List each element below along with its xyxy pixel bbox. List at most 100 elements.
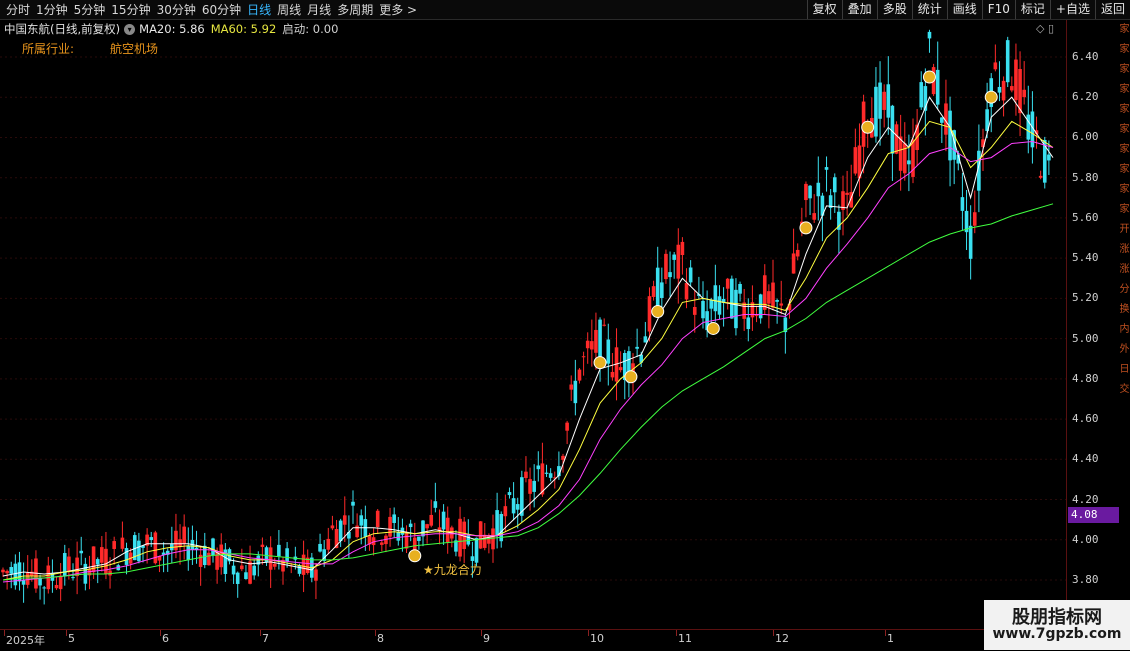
candle-body [898, 136, 903, 171]
candle-body [1010, 86, 1014, 91]
candle-body [120, 537, 125, 549]
candle-body [503, 506, 508, 517]
money-bag-icon [984, 90, 998, 104]
candle-body [960, 197, 965, 211]
candle-body [919, 82, 924, 108]
candle-body [351, 501, 355, 506]
price-tick-label: 4.60 [1072, 412, 1099, 426]
candle-body [100, 547, 104, 563]
tool-button-2[interactable]: 多股 [876, 0, 912, 19]
candle-body [211, 538, 215, 556]
candle-body [297, 565, 302, 574]
candle-body [67, 556, 71, 572]
candle-body [997, 86, 1002, 93]
tool-button-5[interactable]: F10 [981, 0, 1015, 19]
candle-body [54, 584, 59, 589]
tab-period-9[interactable]: 多周期 [337, 1, 373, 18]
candle-body [894, 124, 899, 154]
candle-body [186, 546, 191, 561]
candle-body [610, 371, 615, 378]
candle-body [277, 544, 281, 557]
candle-body [672, 254, 676, 260]
time-tick-label: 1 [887, 632, 894, 645]
candle-body [412, 537, 417, 552]
candle-body [692, 306, 697, 315]
candle-body [767, 291, 771, 304]
tab-period-0[interactable]: 分时 [6, 1, 30, 18]
candle-body [235, 572, 240, 584]
time-tick-label: 8 [377, 632, 384, 645]
candle-body [536, 465, 541, 470]
candle-body [13, 563, 18, 586]
tab-period-4[interactable]: 30分钟 [157, 1, 196, 18]
candle-body [602, 324, 606, 326]
tab-period-6[interactable]: 日线 [247, 1, 271, 18]
candle-body [314, 569, 318, 581]
candle-body [1001, 80, 1006, 101]
candle-body [853, 147, 858, 174]
candle-body [182, 526, 186, 544]
tab-period-8[interactable]: 月线 [307, 1, 331, 18]
time-tick-label: 11 [678, 632, 692, 645]
tool-button-7[interactable]: +自选 [1049, 0, 1095, 19]
price-tick-label: 3.80 [1072, 573, 1099, 586]
tool-button-4[interactable]: 画线 [946, 0, 982, 19]
candle-body [775, 300, 779, 302]
tool-button-1[interactable]: 叠加 [841, 0, 877, 19]
candle-body [515, 504, 520, 510]
candle-body [701, 300, 705, 319]
candle-body [1018, 69, 1022, 114]
candle-body [734, 289, 738, 329]
candle-body [1022, 89, 1026, 98]
tab-period-5[interactable]: 60分钟 [202, 1, 241, 18]
candle-body [725, 278, 730, 289]
candle-body [202, 545, 207, 565]
candle-body [713, 285, 718, 312]
candle-body [272, 563, 277, 567]
price-tick-label: 4.00 [1072, 532, 1099, 546]
candle-body [676, 244, 681, 279]
candle-body [1038, 175, 1043, 178]
candle-body [664, 253, 668, 280]
candle-body [231, 565, 236, 575]
candle-body [511, 498, 516, 514]
candle-body [902, 143, 907, 174]
tool-button-3[interactable]: 统计 [911, 0, 947, 19]
tab-period-3[interactable]: 15分钟 [111, 1, 150, 18]
tab-period-7[interactable]: 周线 [277, 1, 301, 18]
candle-body [779, 303, 784, 306]
candle-body [651, 286, 656, 297]
price-tick-label: 5.00 [1072, 331, 1099, 345]
candle-body [244, 572, 248, 580]
candle-body [417, 536, 421, 541]
candle-body [907, 160, 911, 165]
candle-body [524, 471, 528, 479]
current-price-tag: 4.08 [1068, 507, 1125, 523]
candle-body [594, 329, 598, 353]
tab-period-10[interactable]: 更多 > [379, 1, 417, 18]
time-tick [4, 630, 5, 636]
candle-body [730, 278, 734, 319]
candle-body [380, 542, 384, 545]
candle-body [635, 346, 639, 349]
price-tick-label: 4.80 [1072, 371, 1099, 385]
candle-body [878, 82, 882, 119]
tab-period-1[interactable]: 1分钟 [36, 1, 68, 18]
candle-body [606, 339, 611, 364]
candle-body [149, 537, 154, 541]
tab-period-2[interactable]: 5分钟 [74, 1, 106, 18]
candle-body [441, 511, 446, 530]
candle-body [573, 380, 578, 404]
candle-body [832, 177, 837, 193]
candle-body [507, 492, 512, 496]
candle-body [95, 559, 100, 565]
tool-button-8[interactable]: 返回 [1094, 0, 1130, 19]
time-tick-label: 9 [483, 632, 490, 645]
candle-body [301, 554, 306, 575]
candle-body [338, 520, 343, 542]
price-tick-label: 6.20 [1072, 90, 1099, 104]
candle-body [268, 547, 273, 570]
tool-button-0[interactable]: 复权 [806, 0, 842, 19]
tool-button-6[interactable]: 标记 [1014, 0, 1050, 19]
candle-body [252, 565, 256, 576]
